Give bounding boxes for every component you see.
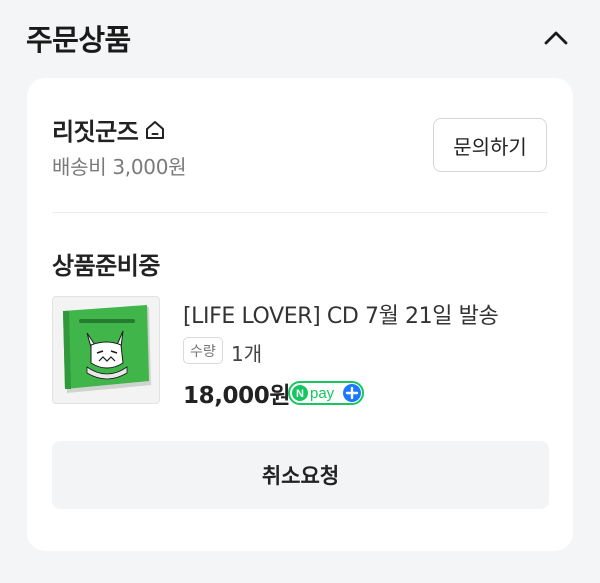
svg-text:N: N	[296, 388, 304, 400]
cancel-request-button[interactable]: 취소요청	[52, 441, 549, 509]
product-price: 18,000원	[183, 383, 291, 409]
order-status: 상품준비중	[52, 252, 160, 280]
npay-label: pay	[310, 385, 335, 402]
divider	[52, 212, 548, 213]
section-title: 주문상품	[26, 23, 131, 57]
album-cover-image	[53, 297, 159, 403]
product-thumbnail[interactable]	[52, 296, 160, 404]
shipping-fee: 배송비 3,000원	[52, 155, 187, 179]
chevron-up-icon	[544, 31, 568, 45]
home-icon	[146, 120, 165, 139]
order-card: 리짓군즈 배송비 3,000원 문의하기 상품준비중 [LIFE LOVER] …	[27, 78, 573, 551]
store-name: 리짓군즈	[52, 118, 139, 146]
quantity-label: 수량	[183, 337, 223, 364]
npay-icon: N pay	[288, 381, 364, 405]
quantity-value: 1개	[231, 342, 263, 366]
product-name[interactable]: [LIFE LOVER] CD 7월 21일 발송	[183, 298, 499, 330]
order-products-header: 주문상품	[0, 0, 600, 78]
store-link[interactable]: 리짓군즈	[52, 112, 166, 147]
collapse-button[interactable]	[542, 26, 570, 50]
inquiry-button[interactable]: 문의하기	[433, 118, 547, 172]
